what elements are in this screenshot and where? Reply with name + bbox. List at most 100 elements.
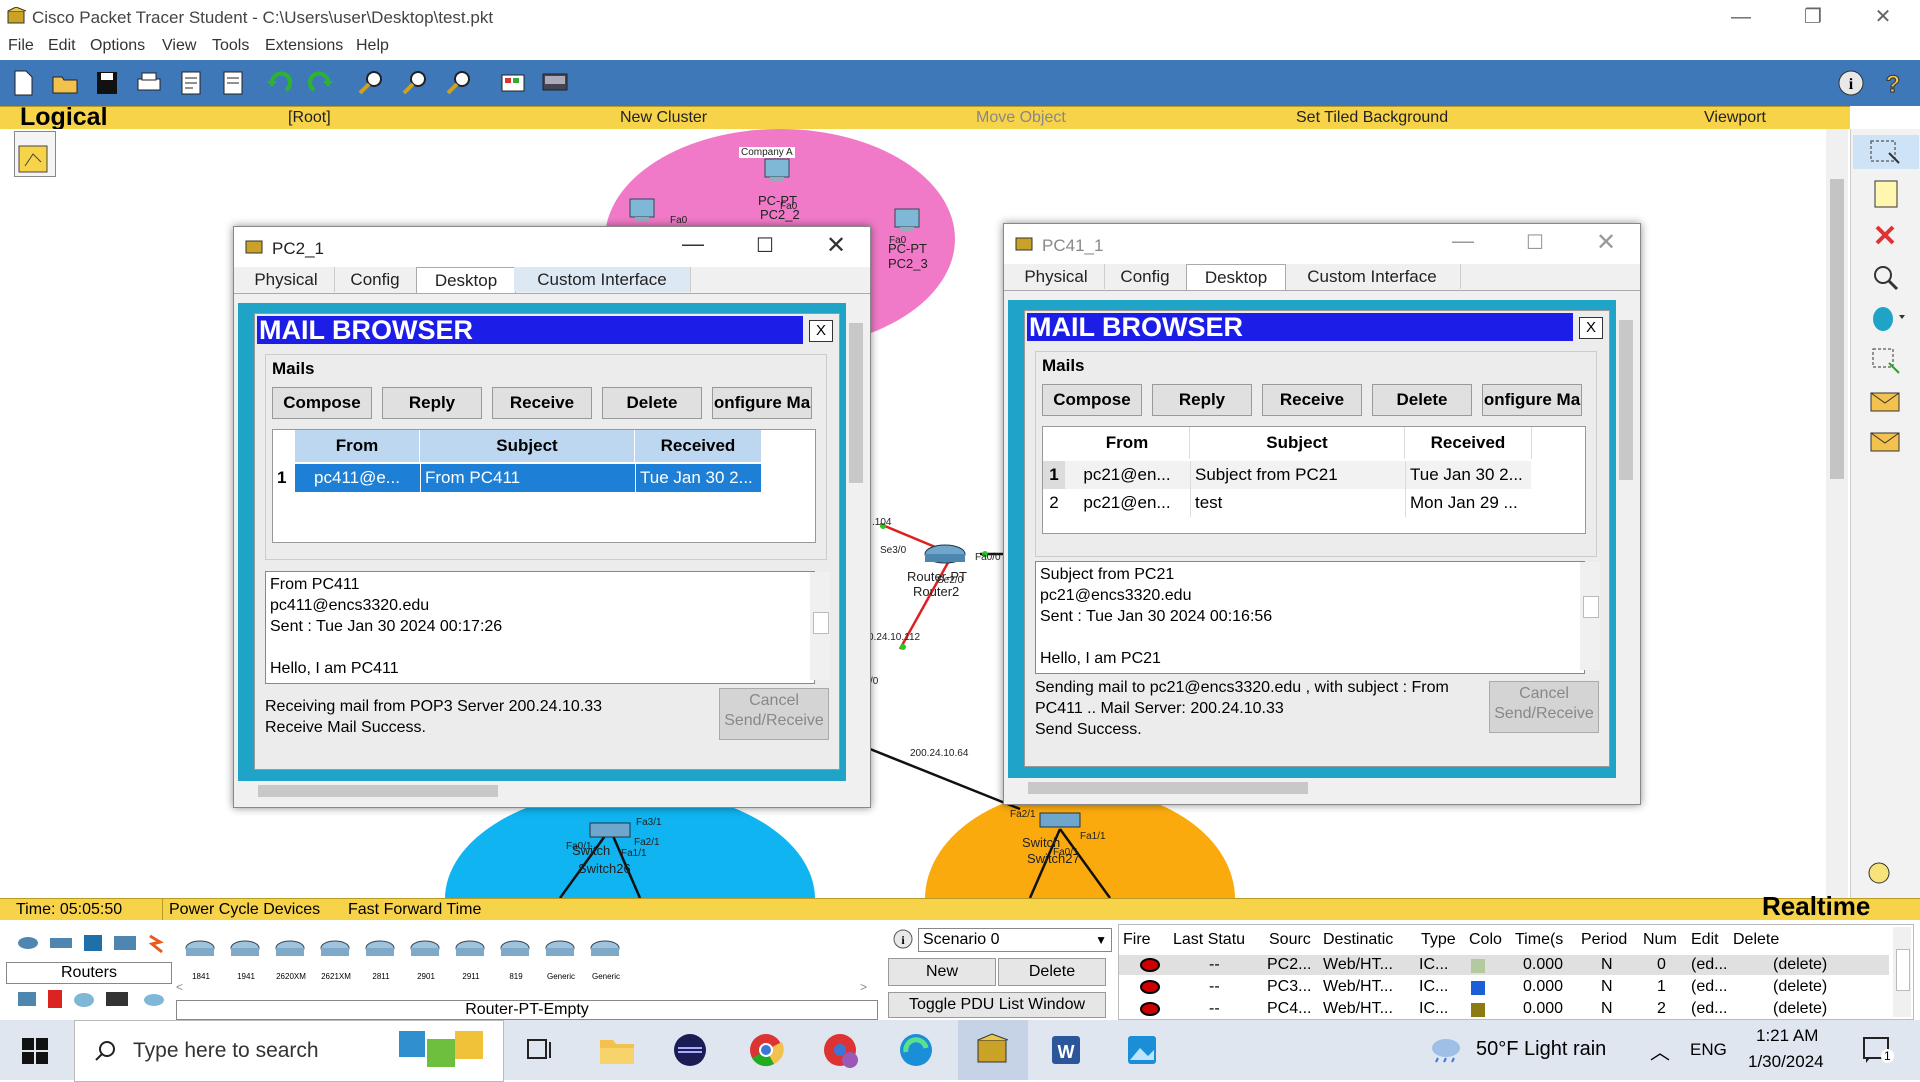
- message-body[interactable]: Subject from PC21 pc21@encs3320.edu Sent…: [1035, 561, 1585, 674]
- fire-indicator-icon[interactable]: [1139, 980, 1161, 994]
- compose-button[interactable]: Compose: [1042, 384, 1142, 416]
- device-category-icons[interactable]: [14, 932, 174, 954]
- desktop-vertical-scrollbar[interactable]: [846, 303, 866, 781]
- receive-button[interactable]: Receive: [1262, 384, 1362, 416]
- col-subject[interactable]: Subject: [420, 430, 635, 462]
- scrollbar-thumb[interactable]: [1830, 179, 1844, 479]
- realtime-clock-icon[interactable]: [1851, 853, 1920, 887]
- col-from[interactable]: From: [295, 430, 420, 462]
- reply-button[interactable]: Reply: [382, 387, 482, 419]
- viewport-button[interactable]: Viewport: [1704, 109, 1766, 127]
- media-app-icon[interactable]: [672, 1032, 708, 1068]
- delete-link[interactable]: (delete): [1773, 956, 1827, 974]
- pc2-1-minimize[interactable]: —: [682, 231, 704, 257]
- activity-wizard-icon[interactable]: [176, 68, 206, 98]
- print-icon[interactable]: [134, 68, 164, 98]
- delete-tool-icon[interactable]: [1851, 219, 1920, 253]
- realtime-mode-label[interactable]: Realtime: [1762, 891, 1870, 922]
- open-folder-icon[interactable]: [50, 68, 80, 98]
- zoom-reset-icon[interactable]: [400, 68, 430, 98]
- pc41-1-minimize[interactable]: —: [1452, 228, 1474, 254]
- edit-link[interactable]: (ed...: [1691, 978, 1727, 996]
- windows-start-icon[interactable]: [22, 1038, 48, 1064]
- tab-physical[interactable]: Physical: [1008, 264, 1105, 289]
- delete-link[interactable]: (delete): [1773, 978, 1827, 996]
- file-explorer-icon[interactable]: [598, 1034, 636, 1066]
- info-icon[interactable]: i: [1836, 68, 1866, 98]
- menu-options[interactable]: Options: [90, 37, 145, 55]
- tab-config[interactable]: Config: [1104, 264, 1187, 289]
- select-tool-icon[interactable]: [1851, 135, 1920, 169]
- scenario-select[interactable]: Scenario 0 ▼: [918, 928, 1112, 952]
- pc2-1-maximize[interactable]: ☐: [756, 233, 774, 258]
- menu-tools[interactable]: Tools: [212, 37, 249, 55]
- scroll-right-arrow[interactable]: >: [860, 980, 867, 994]
- pc41-1-maximize[interactable]: ☐: [1526, 230, 1544, 255]
- menu-file[interactable]: File: [8, 37, 34, 55]
- message-scrollbar[interactable]: [1580, 562, 1600, 670]
- message-scrollbar[interactable]: [810, 572, 830, 680]
- tab-desktop[interactable]: Desktop: [1186, 264, 1286, 290]
- edge-icon[interactable]: [898, 1032, 934, 1068]
- menu-extensions[interactable]: Extensions: [265, 37, 343, 55]
- clock-date[interactable]: 1/30/2024: [1748, 1052, 1824, 1072]
- reply-button[interactable]: Reply: [1152, 384, 1252, 416]
- router-model-generic-2[interactable]: Generic: [587, 934, 625, 981]
- undo-icon[interactable]: [264, 68, 294, 98]
- task-view-icon[interactable]: [526, 1038, 554, 1062]
- chrome-profile-icon[interactable]: [822, 1032, 858, 1068]
- menu-edit[interactable]: Edit: [48, 37, 76, 55]
- redo-icon[interactable]: [306, 68, 336, 98]
- end-device-icons[interactable]: [14, 988, 174, 1012]
- move-object-button[interactable]: Move Object: [976, 109, 1066, 127]
- tab-config[interactable]: Config: [334, 267, 417, 292]
- resize-shape-tool-icon[interactable]: [1851, 343, 1920, 377]
- col-from[interactable]: From: [1065, 427, 1190, 459]
- router-model-2621xm[interactable]: 2621XM: [317, 934, 355, 981]
- packet-tracer-taskbar-button[interactable]: [958, 1020, 1028, 1080]
- delete-scenario-button[interactable]: Delete: [998, 958, 1106, 986]
- tab-physical[interactable]: Physical: [238, 267, 335, 292]
- pc41-1-close[interactable]: ✕: [1596, 228, 1616, 257]
- tab-custom-interface[interactable]: Custom Interface: [514, 267, 691, 292]
- router-model-2620xm[interactable]: 2620XM: [272, 934, 310, 981]
- desktop-horizontal-scrollbar[interactable]: [1008, 778, 1616, 798]
- notes-icon[interactable]: [218, 68, 248, 98]
- new-file-icon[interactable]: [8, 68, 38, 98]
- desktop-vertical-scrollbar[interactable]: [1616, 300, 1636, 778]
- fast-forward-time-button[interactable]: Fast Forward Time: [348, 901, 481, 919]
- workspace-vertical-scrollbar[interactable]: [1826, 129, 1848, 898]
- router-model-2911[interactable]: 2911: [452, 934, 490, 981]
- menu-help[interactable]: Help: [356, 37, 389, 55]
- inspect-tool-icon[interactable]: [1851, 261, 1920, 295]
- add-complex-pdu-icon[interactable]: [1851, 425, 1920, 459]
- close-button[interactable]: ✕: [1860, 4, 1906, 30]
- minimize-button[interactable]: —: [1718, 4, 1764, 30]
- fire-indicator-icon[interactable]: [1139, 958, 1161, 972]
- receive-button[interactable]: Receive: [492, 387, 592, 419]
- zoom-out-icon[interactable]: [444, 68, 474, 98]
- message-body[interactable]: From PC411 pc411@encs3320.edu Sent : Tue…: [265, 571, 815, 684]
- desktop-horizontal-scrollbar[interactable]: [238, 781, 846, 801]
- router-model-2811[interactable]: 2811: [362, 934, 400, 981]
- router-model-1841[interactable]: 1841: [182, 934, 220, 981]
- mail-browser-close[interactable]: X: [1579, 317, 1603, 339]
- help-icon[interactable]: ?: [1878, 68, 1908, 99]
- delete-button[interactable]: Delete: [602, 387, 702, 419]
- menu-view[interactable]: View: [162, 37, 196, 55]
- clock-time[interactable]: 1:21 AM: [1756, 1026, 1818, 1046]
- pc2-1-close[interactable]: ✕: [826, 231, 846, 260]
- col-subject[interactable]: Subject: [1190, 427, 1405, 459]
- save-icon[interactable]: [92, 68, 122, 98]
- tab-custom-interface[interactable]: Custom Interface: [1284, 264, 1461, 289]
- root-link[interactable]: [Root]: [288, 109, 331, 127]
- palette-icon[interactable]: [498, 68, 528, 98]
- restore-button[interactable]: ❐: [1790, 4, 1836, 30]
- taskbar-search-box[interactable]: Type here to search: [74, 1020, 504, 1082]
- note-tool-icon[interactable]: [1851, 177, 1920, 211]
- pdu-list-scrollbar[interactable]: [1893, 927, 1911, 1017]
- add-simple-pdu-icon[interactable]: [1851, 385, 1920, 419]
- configure-mail-button[interactable]: onfigure Ma: [1482, 384, 1582, 416]
- new-scenario-button[interactable]: New: [888, 958, 996, 986]
- toggle-pdu-list-button[interactable]: Toggle PDU List Window: [888, 992, 1106, 1018]
